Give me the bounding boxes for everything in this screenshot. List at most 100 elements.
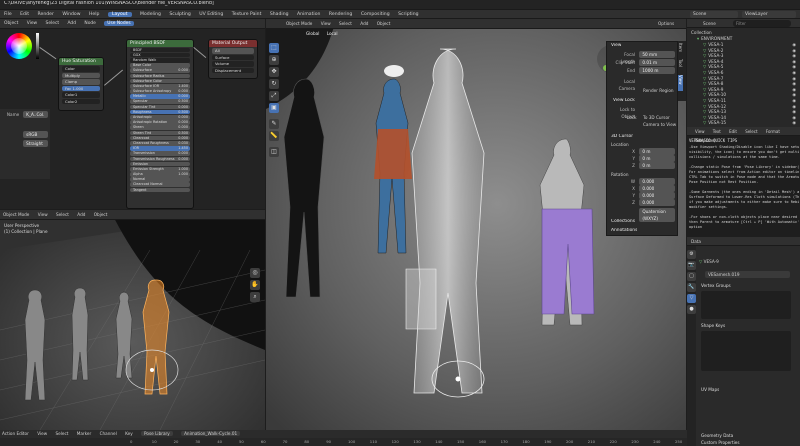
bsdf-input-row[interactable]: Subsurface IOR 1.400 bbox=[130, 83, 190, 89]
outliner[interactable]: Scene Filter Collection ▾ ENVIRONMENT ▽ VE… bbox=[687, 19, 800, 127]
node-editor[interactable]: Object View Select Add Node Use Nodes Na… bbox=[0, 19, 265, 209]
secondary-menu-select[interactable]: Select bbox=[56, 212, 69, 217]
object-tab-icon[interactable]: ▢ bbox=[687, 272, 696, 281]
alpha-mode-field[interactable]: Straight bbox=[23, 140, 48, 147]
image-name-field[interactable]: K_A..Col. bbox=[23, 111, 48, 118]
bsdf-input-row[interactable]: Tangent bbox=[130, 187, 190, 193]
menu-render[interactable]: Render bbox=[38, 12, 54, 17]
tool-tab-icon[interactable]: ⚙ bbox=[687, 250, 696, 259]
text-menu-view[interactable]: View bbox=[695, 129, 705, 134]
bsdf-input-row[interactable]: IOR 1.450 bbox=[130, 146, 190, 151]
bsdf-input-row[interactable]: Emission bbox=[130, 161, 190, 167]
focal-length-field[interactable]: 50 mm bbox=[639, 51, 675, 58]
collections-panel-title[interactable]: Collections bbox=[611, 219, 635, 224]
shape-keys-panel[interactable]: Shape Keys bbox=[701, 323, 725, 328]
annotate-tool-icon[interactable]: ✎ bbox=[269, 119, 279, 129]
secondary-viewport-canvas[interactable] bbox=[0, 210, 265, 430]
fac-slider[interactable]: Fac 1.000 bbox=[62, 85, 100, 91]
action-select[interactable]: Animation_Walk-Cycle.01 bbox=[181, 431, 241, 436]
move-tool-icon[interactable]: ✥ bbox=[269, 67, 279, 77]
cursor-x-field[interactable]: 0 m bbox=[639, 148, 675, 155]
rotation-mode-select[interactable]: Quaternion (WXYZ) bbox=[639, 208, 675, 222]
workspace-tab-sculpting[interactable]: Sculpting bbox=[169, 12, 190, 17]
cursor-y-field[interactable]: 0 m bbox=[639, 155, 675, 162]
bsdf-input-row[interactable]: Roughness 0.500 bbox=[130, 109, 190, 115]
hue-saturation-node[interactable]: Hue Saturation Color Multiply Clamp Fac … bbox=[58, 57, 104, 111]
text-menu-text[interactable]: Text bbox=[713, 129, 721, 134]
secondary-mode-select[interactable]: Object Mode bbox=[3, 212, 29, 217]
render-region-checkbox[interactable]: Render Region bbox=[643, 88, 674, 93]
main-menu-object[interactable]: Object bbox=[377, 21, 391, 26]
camera-to-view-checkbox[interactable]: Camera to View bbox=[643, 122, 676, 127]
color-wheel[interactable] bbox=[6, 33, 32, 59]
pan-view-icon[interactable]: ✋ bbox=[250, 280, 260, 290]
timeline-menu-view[interactable]: View bbox=[37, 431, 47, 436]
mesh-name-field[interactable]: VESamesh.019 bbox=[705, 271, 790, 278]
shape-keys-list[interactable] bbox=[701, 331, 791, 371]
bsdf-input-row[interactable]: Specular Tint 0.000 bbox=[130, 104, 190, 110]
uv-maps-panel[interactable]: UV Maps bbox=[701, 387, 719, 392]
main-menu-select[interactable]: Select bbox=[339, 21, 352, 26]
workspace-tab-compositing[interactable]: Compositing bbox=[361, 12, 390, 17]
color-space-field[interactable]: sRGB bbox=[23, 131, 48, 138]
properties-editor[interactable]: Data ⚙ 📷 ▢ 🔧 ▽ ● ▽ VESA-9 VESamesh.019 V… bbox=[687, 237, 800, 446]
editor-type-select[interactable]: Action Editor bbox=[2, 431, 29, 436]
sidebar-tab-view[interactable]: View bbox=[678, 75, 683, 91]
clip-end-field[interactable]: 1000 m bbox=[639, 67, 675, 74]
node-menu-node[interactable]: Node bbox=[84, 21, 95, 26]
annotations-panel-title[interactable]: Annotations bbox=[611, 228, 637, 233]
select-tool-icon[interactable]: ⬚ bbox=[269, 43, 279, 53]
modifier-tab-icon[interactable]: 🔧 bbox=[687, 283, 696, 292]
pivot-select[interactable]: Local bbox=[327, 31, 338, 36]
principled-bsdf-node[interactable]: Principled BSDF BSDF GGX Random Walk Base C… bbox=[126, 39, 194, 209]
workspace-tab-scripting[interactable]: Scripting bbox=[398, 12, 418, 17]
data-tab-icon[interactable]: ▽ bbox=[687, 294, 696, 303]
secondary-menu-view[interactable]: View bbox=[38, 212, 48, 217]
vertex-groups-panel[interactable]: Vertex Groups bbox=[701, 283, 731, 288]
timeline-menu-key[interactable]: Key bbox=[125, 431, 133, 436]
bsdf-input-row[interactable]: Random Walk bbox=[130, 57, 190, 63]
cursor-rot-x-field[interactable]: 0.000 bbox=[639, 185, 675, 192]
timeline-menu-channel[interactable]: Channel bbox=[100, 431, 117, 436]
bsdf-input-row[interactable]: Sheen 0.000 bbox=[130, 125, 190, 130]
text-editor[interactable]: View Text Edit Select Format Templates V… bbox=[687, 127, 800, 237]
bsdf-input-row[interactable]: BSDF bbox=[130, 47, 190, 53]
geometry-data-panel[interactable]: Geometry Data bbox=[701, 433, 733, 438]
scene-selector[interactable]: Scene bbox=[690, 11, 738, 18]
menu-file[interactable]: File bbox=[4, 12, 12, 17]
transform-orientation-select[interactable]: Global bbox=[306, 31, 319, 36]
material-tab-icon[interactable]: ● bbox=[687, 305, 696, 314]
add-cube-tool-icon[interactable]: ◫ bbox=[269, 147, 279, 157]
options-button[interactable]: Options bbox=[658, 19, 674, 29]
timeline-menu-select[interactable]: Select bbox=[55, 431, 68, 436]
workspace-tab-layout[interactable]: Layout bbox=[107, 12, 132, 17]
main-viewport[interactable]: Object Mode View Select Add Object Optio… bbox=[266, 19, 686, 430]
camera-view-icon[interactable]: ◎ bbox=[250, 268, 260, 278]
cursor-z-field[interactable]: 0 m bbox=[639, 162, 675, 169]
bsdf-input-row[interactable]: Emission Strength 1.000 bbox=[130, 166, 190, 172]
bsdf-input-row[interactable]: Metallic 0.000 bbox=[130, 94, 190, 99]
use-nodes-checkbox[interactable]: Use Nodes bbox=[104, 21, 134, 26]
node-menu-object[interactable]: Object bbox=[4, 21, 18, 26]
sidebar-tab-tool[interactable]: Tool bbox=[678, 59, 683, 75]
render-tab-icon[interactable]: 📷 bbox=[687, 261, 696, 270]
workspace-tab-uv-editing[interactable]: UV Editing bbox=[199, 12, 223, 17]
measure-tool-icon[interactable]: 📏 bbox=[269, 131, 279, 141]
outliner-item[interactable]: ▽ VESA-15 ◉ bbox=[687, 120, 800, 126]
bsdf-input-row[interactable]: Anisotropic 0.000 bbox=[130, 115, 190, 120]
workspace-tab-rendering[interactable]: Rendering bbox=[329, 12, 352, 17]
rotate-tool-icon[interactable]: ↻ bbox=[269, 79, 279, 89]
bsdf-input-row[interactable]: Clearcoat Normal bbox=[130, 182, 190, 188]
node-menu-add[interactable]: Add bbox=[68, 21, 77, 26]
cursor-rot-y-field[interactable]: 0.000 bbox=[639, 192, 675, 199]
bsdf-input-row[interactable]: Clearcoat 0.000 bbox=[130, 135, 190, 141]
cursor-rot-z-field[interactable]: 0.000 bbox=[639, 199, 675, 206]
cursor-tool-icon[interactable]: ⊕ bbox=[269, 55, 279, 65]
custom-properties-panel[interactable]: Custom Properties bbox=[701, 440, 740, 445]
bsdf-input-row[interactable]: Subsurface 0.000 bbox=[130, 68, 190, 73]
bsdf-input-row[interactable]: Transmission Roughness 0.000 bbox=[130, 156, 190, 162]
node-menu-view[interactable]: View bbox=[27, 21, 37, 26]
secondary-menu-add[interactable]: Add bbox=[77, 212, 85, 217]
main-mode-select[interactable]: Object Mode bbox=[286, 21, 312, 26]
clip-start-field[interactable]: 0.01 m bbox=[639, 59, 675, 66]
